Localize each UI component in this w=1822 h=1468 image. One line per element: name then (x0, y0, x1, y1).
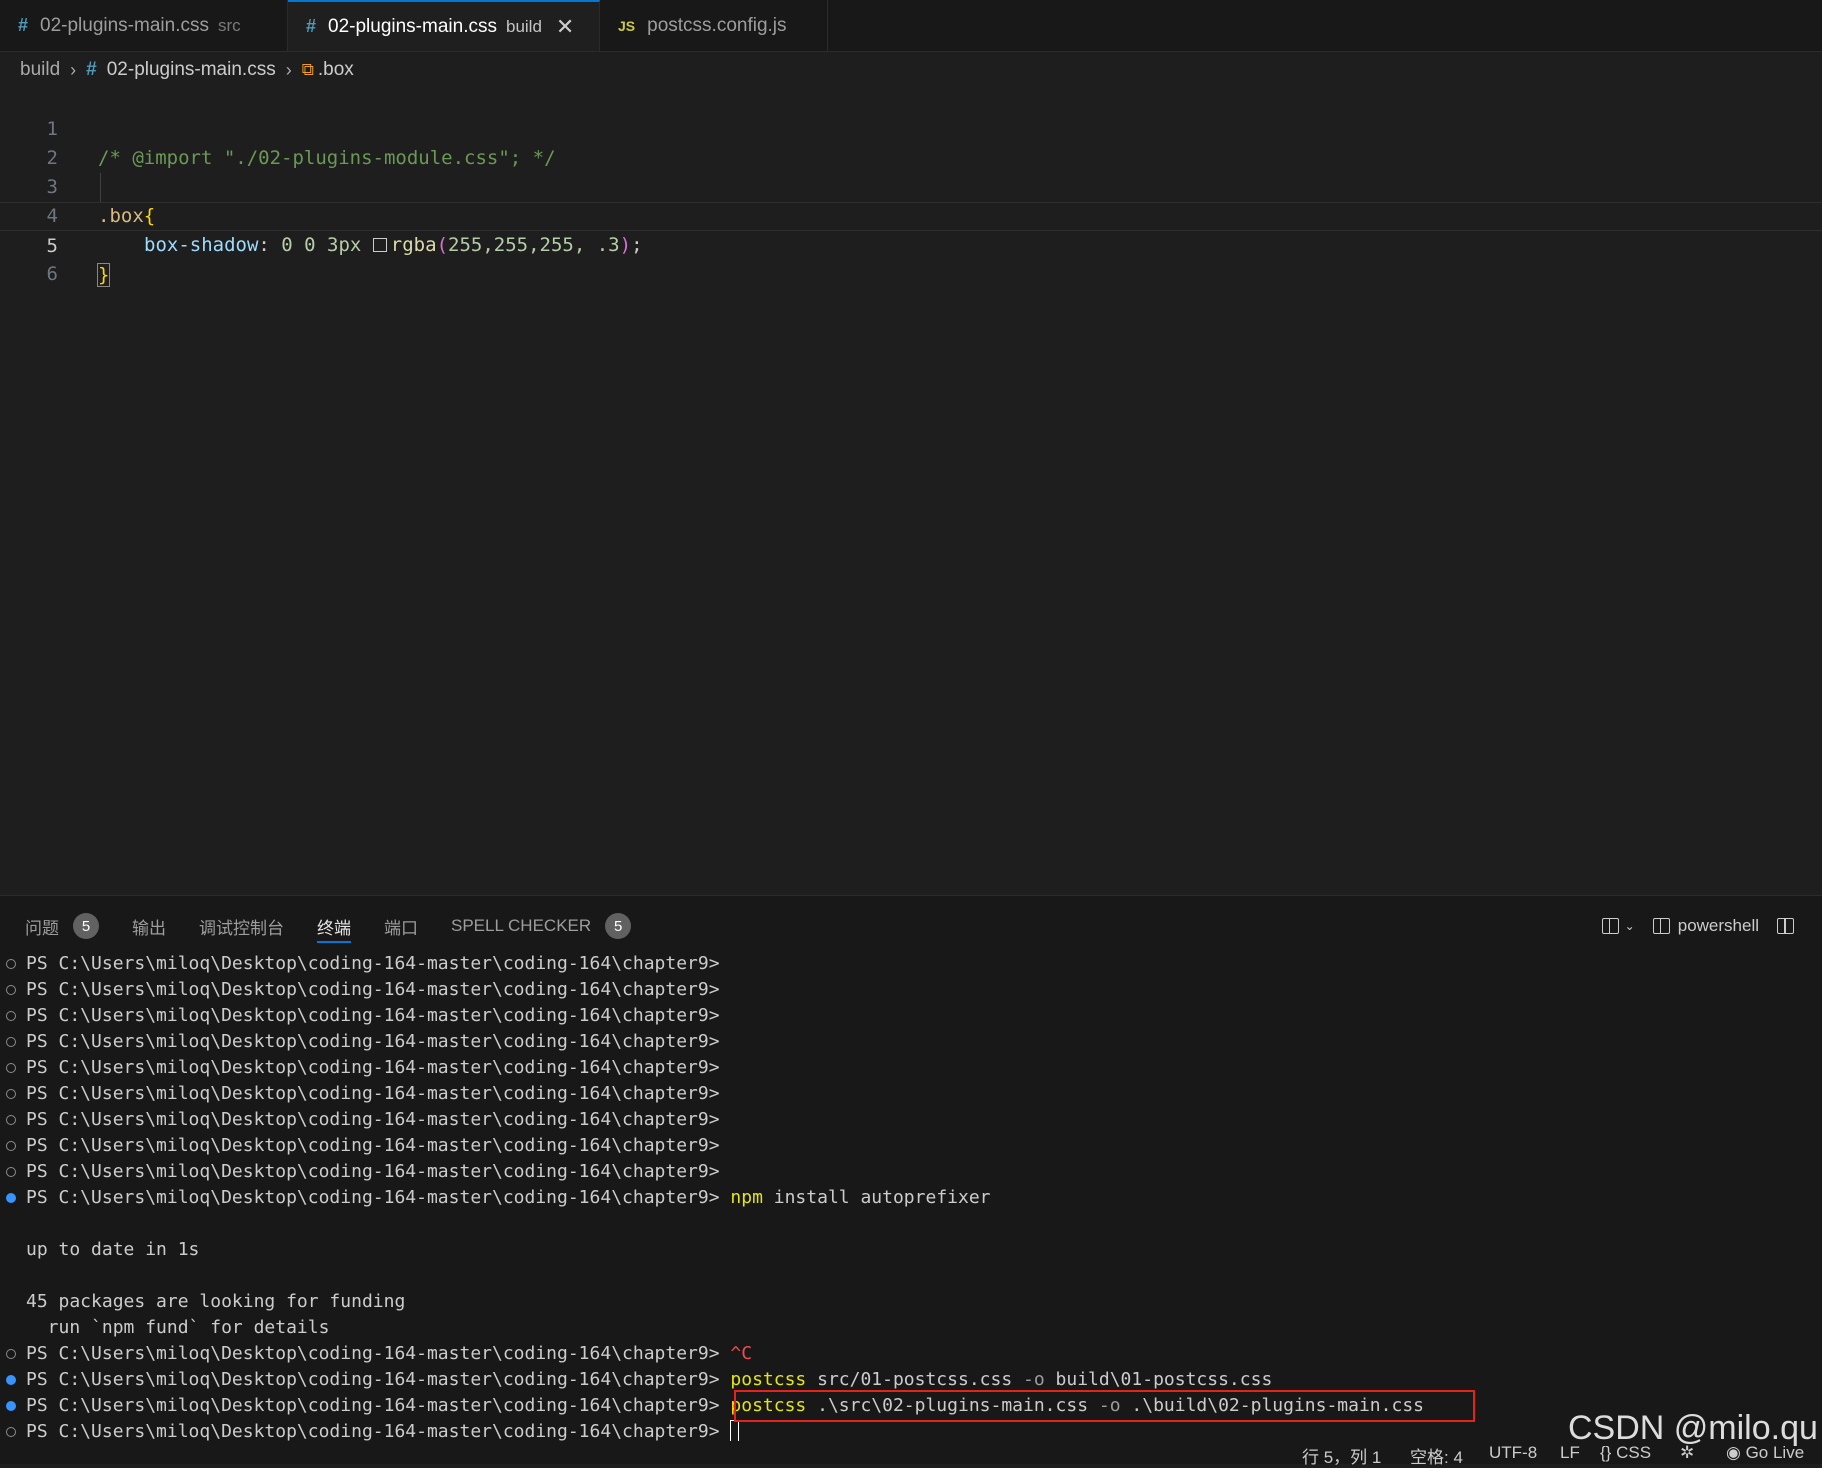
terminal-line: PS C:\Users\miloq\Desktop\coding-164-mas… (0, 1003, 1822, 1029)
command-decoration-icon[interactable] (6, 1427, 16, 1437)
breadcrumb-file[interactable]: 02-plugins-main.css (107, 59, 276, 81)
spell-checker-count-badge: 5 (605, 913, 632, 939)
new-terminal-split-button[interactable]: ⌄ (1601, 918, 1635, 934)
command-decoration-icon[interactable] (6, 985, 16, 995)
tab-label: postcss.config.js (647, 14, 787, 36)
breadcrumb-folder[interactable]: build (20, 59, 60, 81)
command-decoration-icon[interactable] (6, 1037, 16, 1047)
tab-spell-checker[interactable]: SPELL CHECKER 5 (451, 906, 632, 946)
js-file-icon: JS (618, 17, 636, 34)
tab-description: build (505, 16, 542, 36)
css-file-icon: # (18, 15, 29, 35)
highlight-annotation-box (734, 1390, 1475, 1422)
terminal-line: PS C:\Users\miloq\Desktop\coding-164-mas… (0, 1029, 1822, 1055)
split-icon (1777, 918, 1794, 934)
terminal-line: PS C:\Users\miloq\Desktop\coding-164-mas… (0, 1107, 1822, 1133)
command-decoration-icon[interactable] (6, 1089, 16, 1099)
bottom-panel: 问题 5 输出 调试控制台 终端 端口 SPELL CHECKER 5 ⌄ powe… (0, 895, 1822, 1442)
terminal-line: PS C:\Users\miloq\Desktop\coding-164-mas… (0, 1341, 1822, 1367)
terminal-cursor (730, 1420, 740, 1442)
code-editor[interactable]: 1 /* @import "./02-plugins-module.css"; … (0, 86, 1822, 894)
indent-guide (100, 173, 101, 202)
command-decoration-icon[interactable] (6, 959, 16, 969)
terminal-line: PS C:\Users\miloq\Desktop\coding-164-mas… (0, 951, 1822, 977)
terminal-line: PS C:\Users\miloq\Desktop\coding-164-mas… (0, 1081, 1822, 1107)
code-line-5: 5 } (0, 202, 1822, 287)
terminal-line: PS C:\Users\miloq\Desktop\coding-164-mas… (0, 1159, 1822, 1185)
tab-label: 02-plugins-main.css (40, 14, 209, 36)
tab-debug-console[interactable]: 调试控制台 (199, 906, 284, 946)
editor-tab-bar: # 02-plugins-main.css src # 02-plugins-m… (0, 0, 1822, 52)
command-decoration-icon[interactable] (6, 1063, 16, 1073)
terminal-line: PS C:\Users\miloq\Desktop\coding-164-mas… (0, 1055, 1822, 1081)
breadcrumb-symbol[interactable]: .box (318, 59, 354, 81)
code-line-1: 1 /* @import "./02-plugins-module.css"; … (0, 86, 1822, 169)
tab-postcss-config[interactable]: JS postcss.config.js (600, 0, 828, 51)
code-line-6: 6 (0, 231, 1822, 285)
command-decoration-icon[interactable] (6, 1115, 16, 1125)
css-file-icon: # (86, 59, 97, 80)
tab-output[interactable]: 输出 (132, 906, 166, 946)
css-file-icon: # (306, 16, 317, 36)
close-icon[interactable]: ✕ (556, 14, 574, 40)
chevron-right-icon: › (70, 59, 77, 80)
split-editor-button[interactable] (1777, 918, 1794, 934)
symbol-class-icon: ⧉ (301, 60, 314, 79)
command-decoration-icon[interactable] (6, 1141, 16, 1151)
tab-src-plugins-main[interactable]: # 02-plugins-main.css src (0, 0, 288, 51)
terminal-shell-name: powershell (1677, 916, 1759, 935)
terminal-line: run `npm fund` for details (26, 1317, 330, 1338)
tab-problems[interactable]: 问题 5 (25, 906, 99, 946)
tab-label: 02-plugins-main.css (328, 15, 497, 37)
watermark: CSDN @milo.qu (1568, 1409, 1818, 1447)
problems-count-badge: 5 (73, 913, 99, 939)
code-line-3: 3 .box{ (0, 144, 1822, 227)
status-encoding[interactable]: UTF-8 (1489, 1443, 1537, 1463)
panel-actions: ⌄ powershell (1584, 906, 1794, 946)
status-cursor-position[interactable]: 行 5，列 1 (1302, 1443, 1381, 1468)
tab-description: src (217, 15, 241, 35)
terminal-instance[interactable]: powershell (1652, 916, 1759, 936)
panel-tabs: 问题 5 输出 调试控制台 终端 端口 SPELL CHECKER 5 (25, 906, 664, 946)
status-indentation[interactable]: 空格: 4 (1410, 1443, 1463, 1468)
terminal-line: 45 packages are looking for funding (26, 1291, 406, 1312)
command-decoration-icon[interactable] (6, 1401, 16, 1411)
terminal-line: PS C:\Users\miloq\Desktop\coding-164-mas… (0, 977, 1822, 1003)
code-line-4: 4 box-shadow: 0 0 3px rgba(255,255,255, … (0, 173, 1822, 256)
code-line-2: 2 (0, 115, 1822, 169)
terminal-line: PS C:\Users\miloq\Desktop\coding-164-mas… (0, 1133, 1822, 1159)
command-decoration-icon[interactable] (6, 1375, 16, 1385)
split-terminal-icon (1601, 918, 1619, 934)
status-bar: 行 5，列 1 空格: 4 UTF-8 LF {} CSS ✲ ◉ Go Liv… (0, 1441, 1822, 1467)
command-decoration-icon[interactable] (6, 1167, 16, 1177)
chevron-down-icon: ⌄ (1624, 919, 1635, 933)
command-decoration-icon[interactable] (6, 1349, 16, 1359)
command-decoration-icon[interactable] (6, 1011, 16, 1021)
close-brace: } (96, 263, 111, 287)
terminal-icon (1652, 918, 1670, 934)
terminal-line: PS C:\Users\miloq\Desktop\coding-164-mas… (0, 1185, 1822, 1211)
line-number: 6 (46, 263, 58, 285)
tab-build-plugins-main[interactable]: # 02-plugins-main.css build ✕ (288, 0, 600, 51)
breadcrumb: build › # 02-plugins-main.css › ⧉ .box (20, 56, 354, 84)
chevron-right-icon: › (285, 59, 292, 80)
tab-ports[interactable]: 端口 (384, 906, 418, 946)
terminal-line: up to date in 1s (26, 1239, 200, 1260)
tab-terminal[interactable]: 终端 (317, 906, 351, 946)
command-decoration-icon[interactable] (6, 1193, 16, 1203)
